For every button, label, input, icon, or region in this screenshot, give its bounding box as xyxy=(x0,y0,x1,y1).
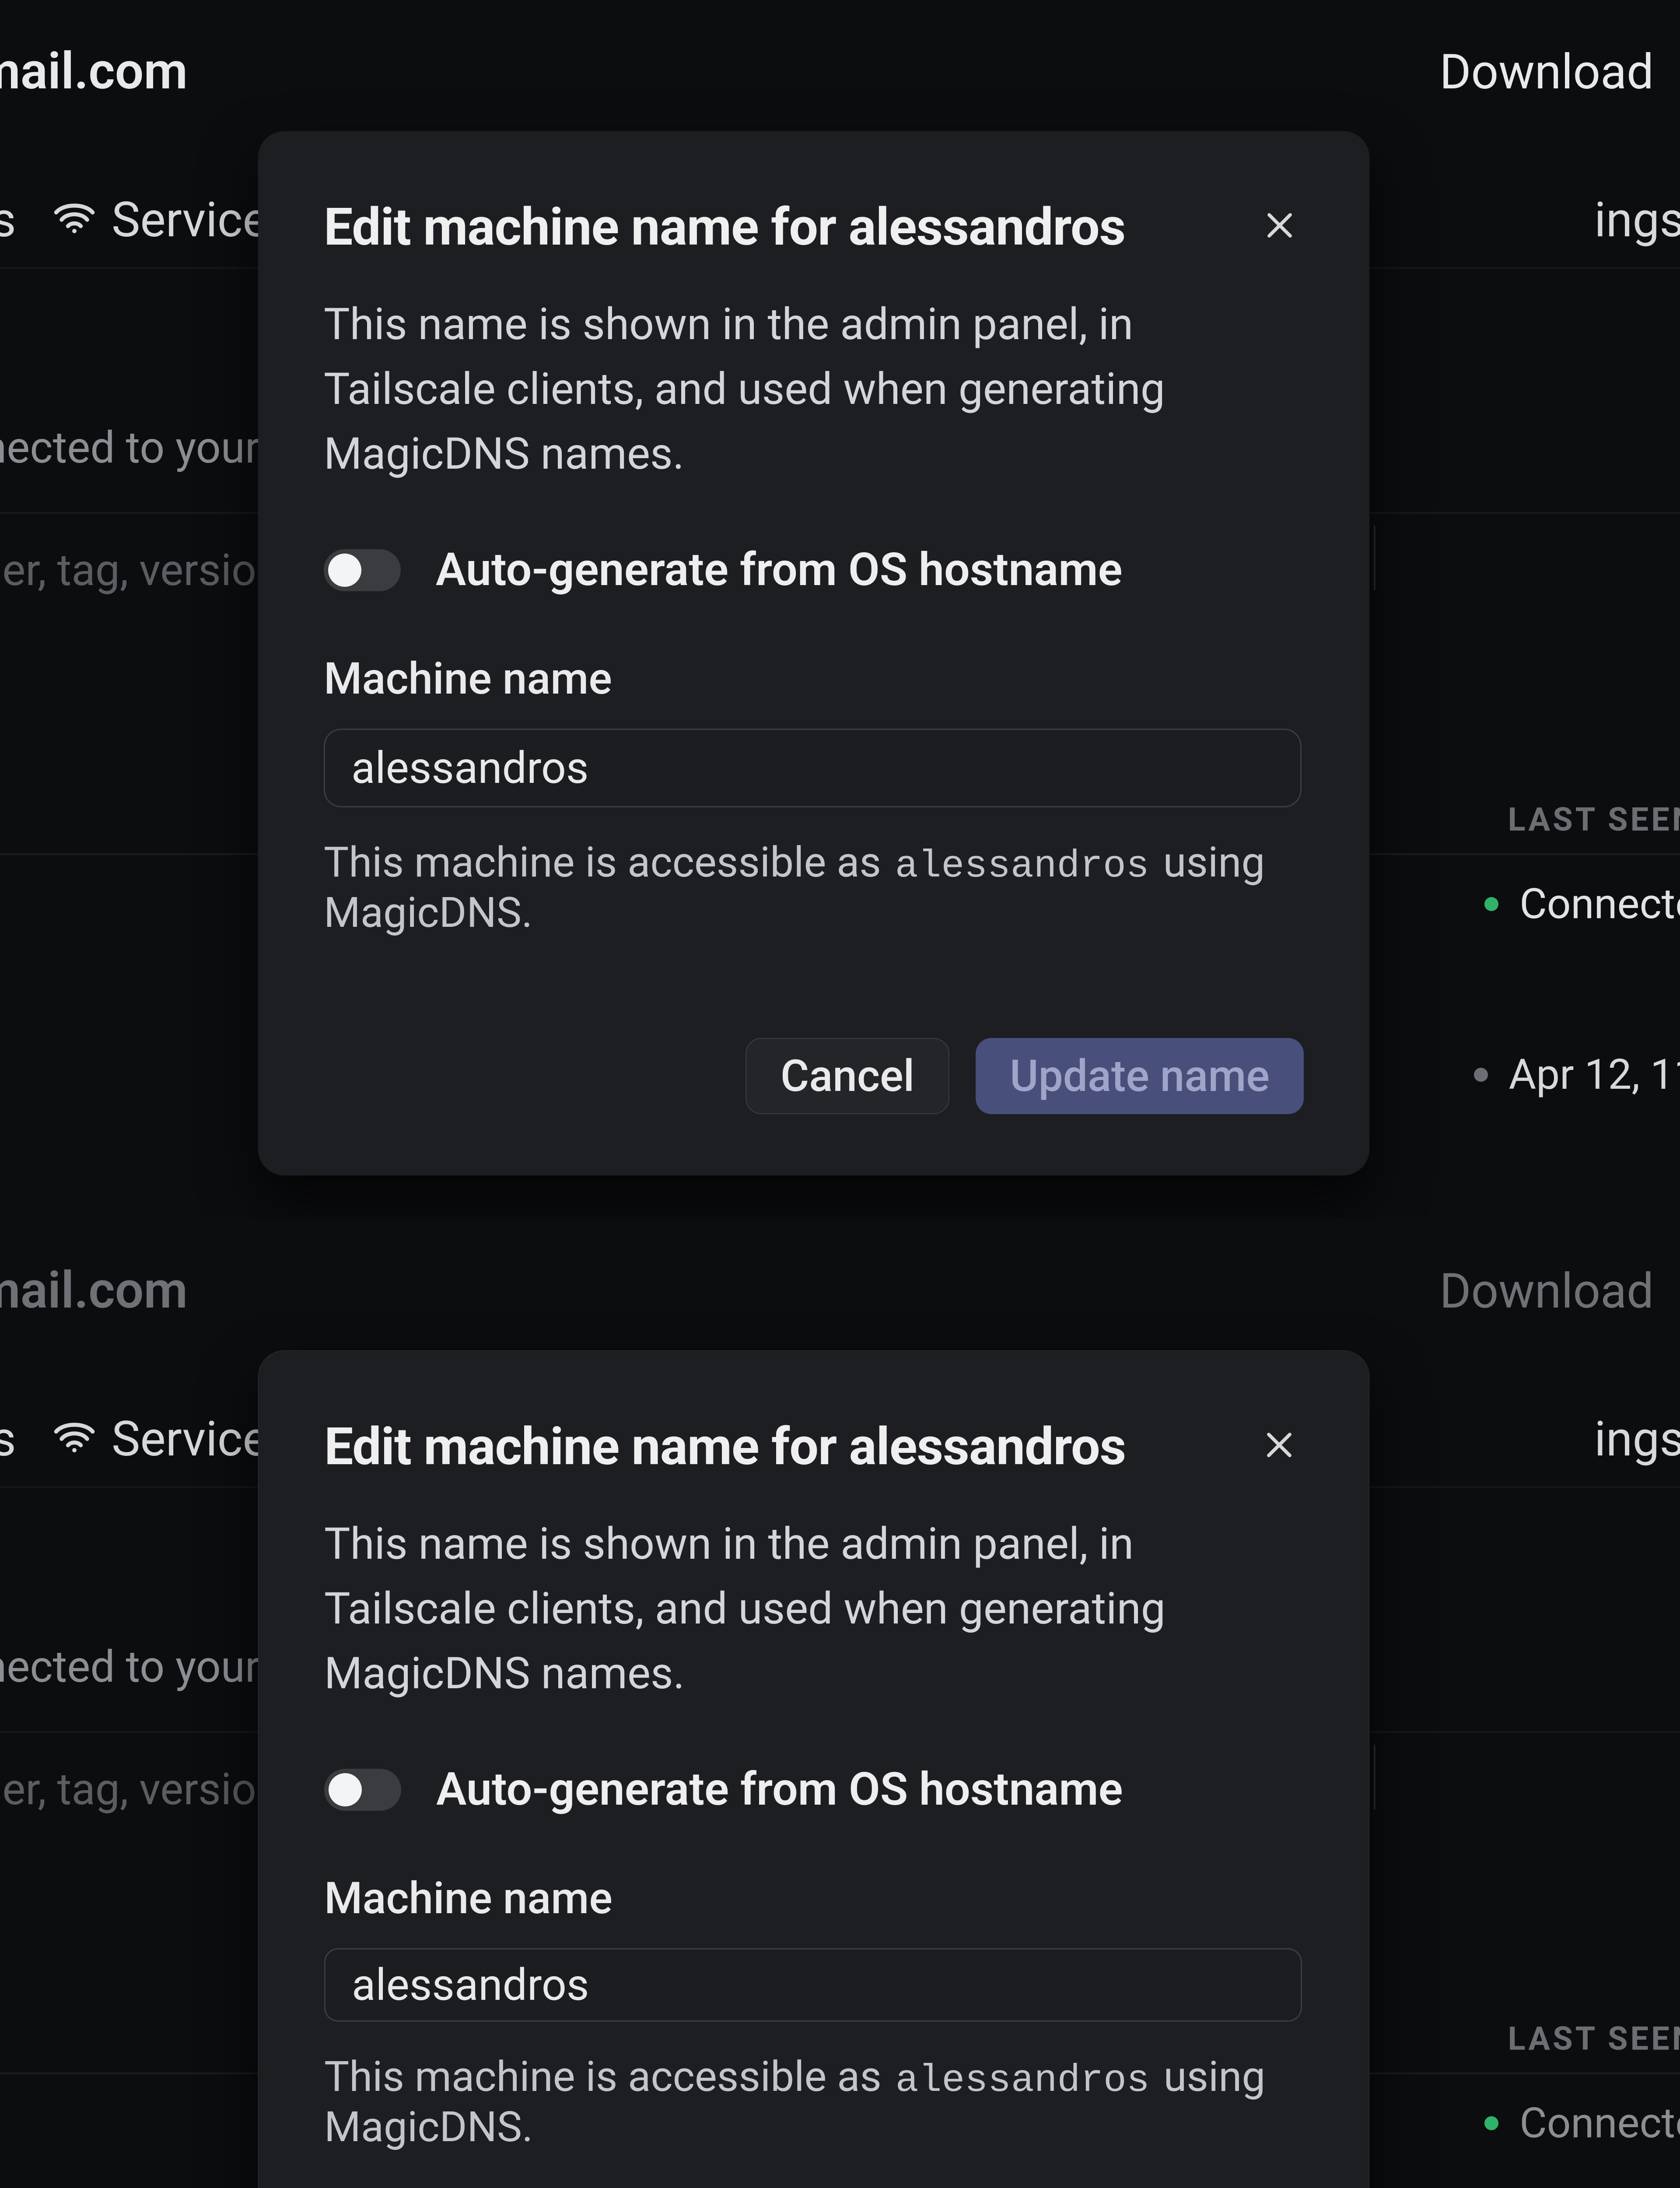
autogenerate-toggle[interactable] xyxy=(324,1769,401,1811)
modal-title: Edit machine name for alessandros xyxy=(324,197,1125,257)
bg-panel-edge xyxy=(1374,1744,1376,1810)
status-dot-green xyxy=(1484,897,1498,911)
header-email: gmail.com xyxy=(0,42,188,101)
status-connected-label: Connecte xyxy=(1519,2099,1680,2148)
autogenerate-toggle-label: Auto-generate from OS hostname xyxy=(436,543,1123,596)
update-name-button[interactable]: Update name xyxy=(976,1038,1304,1114)
machine-name-input[interactable] xyxy=(324,1948,1302,2022)
magicdns-hint-hostname: alessandros xyxy=(892,845,1153,888)
bg-search-placeholder: ner, tag, version xyxy=(0,1764,280,1815)
magicdns-hint: This machine is accessible as alessandro… xyxy=(324,2052,1303,2152)
close-button[interactable] xyxy=(1256,201,1304,249)
machine-last-seen-text: Apr 12, 11 xyxy=(1509,1050,1680,1099)
machine-name-input[interactable] xyxy=(324,729,1302,807)
magicdns-hint-prefix: This machine is accessible as xyxy=(324,838,892,887)
nav-fragment-ings: ings xyxy=(1594,192,1680,248)
status-connected: Connecte xyxy=(1484,880,1680,929)
bg-panel-edge xyxy=(1374,525,1376,591)
status-connected: Connecte xyxy=(1484,2099,1680,2148)
status-connected-label: Connecte xyxy=(1519,880,1680,929)
magicdns-hint-prefix: This machine is accessible as xyxy=(324,2052,892,2101)
close-button[interactable] xyxy=(1255,1421,1303,1469)
download-link[interactable]: Download xyxy=(1439,1263,1654,1319)
modal-title: Edit machine name for alessandros xyxy=(324,1417,1126,1477)
edit-machine-name-modal: Edit machine name for alessandros This n… xyxy=(258,131,1369,1175)
status-dot-grey xyxy=(1474,1068,1488,1082)
bg-search-placeholder: ner, tag, version xyxy=(0,545,280,596)
nav-fragment-ings: ings xyxy=(1594,1411,1680,1467)
magicdns-hint-hostname: alessandros xyxy=(892,2059,1153,2103)
toggle-knob xyxy=(328,554,361,587)
nav-fragment-s: s xyxy=(0,192,16,248)
modal-description: This name is shown in the admin panel, i… xyxy=(324,1512,1303,1706)
machine-last-seen: Apr 12, 11 xyxy=(1474,1050,1680,1099)
machine-name-label: Machine name xyxy=(324,1873,1303,1924)
modal-description: This name is shown in the admin panel, i… xyxy=(324,292,1304,487)
wifi-icon xyxy=(52,200,96,237)
cancel-button[interactable]: Cancel xyxy=(746,1038,949,1114)
table-header-last-seen: LAST SEEN xyxy=(1508,2020,1680,2058)
autogenerate-toggle-label: Auto-generate from OS hostname xyxy=(436,1763,1123,1816)
machine-name-label: Machine name xyxy=(324,653,1304,705)
nav-fragment-s: s xyxy=(0,1411,16,1467)
edit-machine-name-modal: Edit machine name for alessandros This n… xyxy=(258,1350,1369,2188)
autogenerate-toggle[interactable] xyxy=(324,549,401,591)
wifi-icon xyxy=(52,1420,96,1456)
header-email: gmail.com xyxy=(0,1261,188,1320)
magicdns-hint: This machine is accessible as alessandro… xyxy=(324,838,1304,937)
status-dot-green xyxy=(1484,2116,1498,2130)
toggle-knob xyxy=(329,1773,362,1806)
table-header-last-seen: LAST SEEN xyxy=(1508,801,1680,839)
download-link[interactable]: Download xyxy=(1439,44,1654,100)
